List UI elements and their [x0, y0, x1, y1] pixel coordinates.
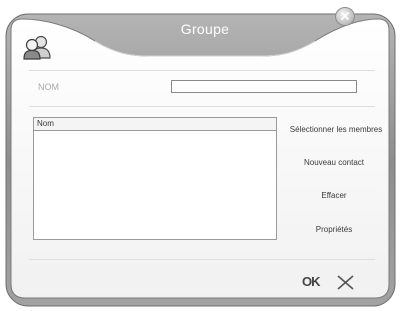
form-divider [29, 106, 375, 107]
delete-button[interactable]: Effacer [290, 191, 378, 200]
new-contact-button[interactable]: Nouveau contact [290, 158, 378, 167]
top-divider [29, 70, 375, 71]
bottom-divider [29, 259, 375, 260]
group-icon [23, 35, 51, 60]
list-column-header-nom[interactable]: Nom [34, 118, 276, 131]
ok-button[interactable]: OK [302, 274, 320, 289]
close-icon [340, 11, 350, 21]
close-button[interactable] [335, 7, 355, 26]
members-list[interactable]: Nom [33, 117, 277, 240]
window-title: Groupe [180, 21, 230, 37]
cancel-x-icon[interactable] [336, 274, 355, 291]
select-members-button[interactable]: Sélectionner les membres [285, 125, 387, 134]
properties-button[interactable]: Propriétés [290, 225, 378, 234]
nom-input[interactable] [171, 80, 357, 93]
nom-label: NOM [38, 82, 59, 92]
